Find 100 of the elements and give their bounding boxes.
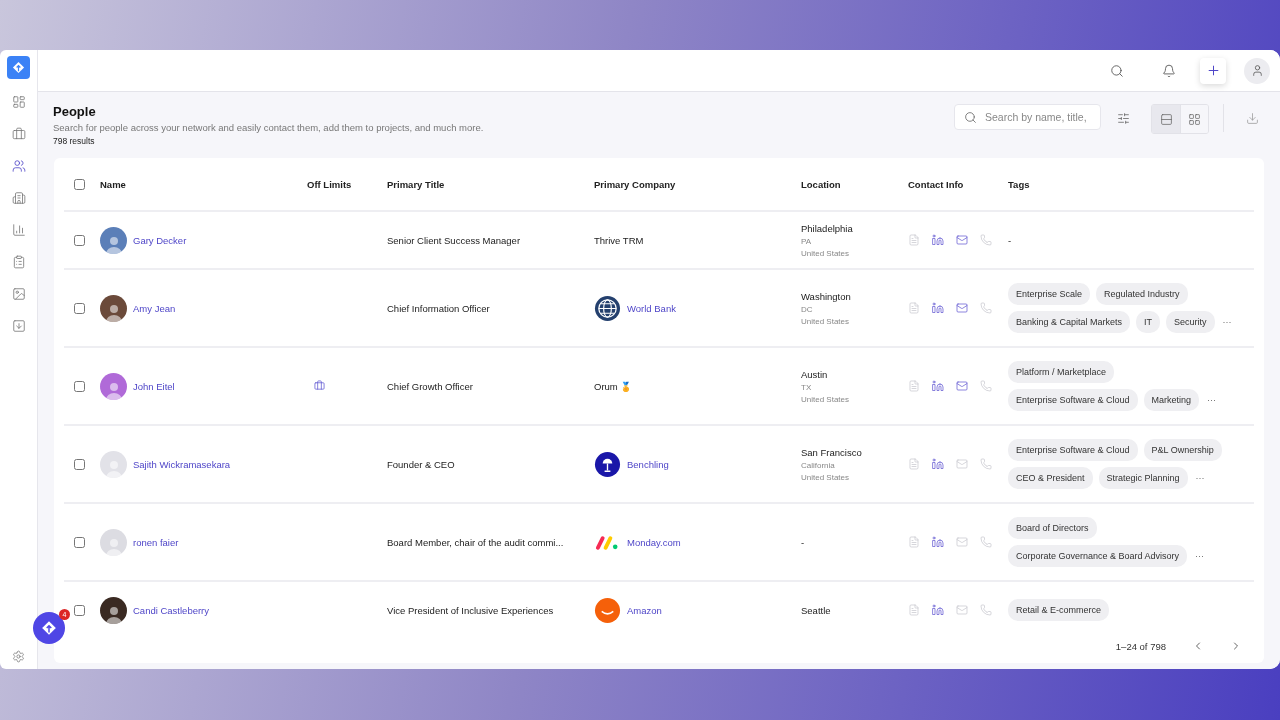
- row-checkbox[interactable]: [74, 536, 85, 548]
- user-icon: [1250, 64, 1264, 77]
- location-detail: United States: [801, 394, 851, 404]
- resume-icon[interactable]: [908, 458, 920, 470]
- mail-icon[interactable]: [956, 380, 968, 392]
- person-avatar: [100, 294, 127, 322]
- row-checkbox[interactable]: [74, 302, 85, 314]
- search-field[interactable]: Search by name, title,: [983, 110, 1093, 124]
- location-city: San Francisco: [801, 446, 863, 458]
- row-checkbox[interactable]: [74, 458, 85, 470]
- page-subtitle: Search for people across your network and easily contact them, add them to projects, and much more.: [53, 122, 484, 133]
- company-name[interactable]: Benchling: [627, 458, 669, 470]
- more-tags-button[interactable]: ···: [1205, 395, 1219, 405]
- column-header: Name: [100, 178, 127, 190]
- tag: Marketing: [1143, 389, 1200, 411]
- column-header: Contact Info: [908, 178, 965, 190]
- smile-logo-icon: [594, 596, 621, 624]
- tag: CEO & President: [1008, 467, 1093, 489]
- mail-icon[interactable]: [956, 302, 968, 314]
- results-count: 798 results: [53, 136, 96, 146]
- select-all-checkbox[interactable]: [74, 178, 85, 190]
- person-name-link[interactable]: John Eitel: [133, 380, 307, 392]
- phone-icon[interactable]: [980, 380, 992, 392]
- linkedin-icon[interactable]: [932, 380, 944, 392]
- column-header: Primary Title: [387, 178, 446, 190]
- person-name-link[interactable]: Gary Decker: [133, 234, 307, 246]
- tag: Enterprise Software & Cloud: [1008, 439, 1138, 461]
- globe-logo-icon: [594, 294, 621, 322]
- mail-icon[interactable]: [956, 234, 968, 246]
- more-tags-button[interactable]: ···: [1220, 317, 1234, 327]
- resume-icon[interactable]: [908, 536, 920, 548]
- person-name-link[interactable]: Amy Jean: [133, 302, 307, 314]
- settings-icon[interactable]: [12, 650, 25, 663]
- mail-icon[interactable]: [956, 458, 968, 470]
- person-name-link[interactable]: ronen faier: [133, 536, 307, 548]
- person-avatar: [100, 450, 127, 478]
- linkedin-icon[interactable]: [932, 536, 944, 548]
- person-avatar: [100, 596, 127, 624]
- tag: Corporate Governance & Board Advisory: [1008, 545, 1188, 567]
- grid-view-button[interactable]: [1180, 105, 1208, 133]
- row-checkbox[interactable]: [74, 234, 85, 246]
- job-title: Chief Growth Officer: [387, 380, 474, 392]
- tag: Security: [1166, 311, 1215, 333]
- phone-icon[interactable]: [980, 536, 992, 548]
- list-view-button[interactable]: [1152, 105, 1180, 133]
- resume-icon[interactable]: [908, 380, 920, 392]
- search-box[interactable]: Search by name, title,: [954, 104, 1101, 130]
- company-name[interactable]: Thrive TRM: [594, 234, 644, 246]
- person-name-link[interactable]: Sajith Wickramasekara: [133, 458, 307, 470]
- person-avatar: [100, 372, 127, 400]
- location-detail: TX: [801, 382, 813, 392]
- linkedin-icon[interactable]: [932, 458, 944, 470]
- upload-fab-button[interactable]: [33, 612, 65, 644]
- add-button[interactable]: [1200, 57, 1226, 84]
- row-checkbox[interactable]: [74, 604, 85, 616]
- resume-icon[interactable]: [908, 234, 920, 246]
- tag: Banking & Capital Markets: [1008, 311, 1131, 333]
- linkedin-icon[interactable]: [932, 302, 944, 314]
- job-title: Vice President of Inclusive Experiences: [387, 604, 555, 616]
- mail-icon[interactable]: [956, 536, 968, 548]
- column-header: Location: [801, 178, 842, 190]
- user-avatar-button[interactable]: [1244, 57, 1270, 84]
- location-city: -: [801, 536, 806, 548]
- company-name[interactable]: Monday.com: [627, 536, 681, 548]
- phone-icon[interactable]: [980, 604, 992, 616]
- empty-tags: -: [1008, 234, 1254, 246]
- location-detail: California: [801, 460, 836, 470]
- tag: Strategic Planning: [1098, 467, 1188, 489]
- plus-icon: [1205, 63, 1221, 78]
- phone-icon[interactable]: [980, 234, 992, 246]
- resume-icon[interactable]: [908, 604, 920, 616]
- column-header: Tags: [1008, 178, 1031, 190]
- upload-logo-icon: [41, 620, 57, 636]
- location-city: Seattle: [801, 604, 832, 616]
- tag: Platform / Marketplace: [1008, 361, 1115, 383]
- linkedin-icon[interactable]: [932, 234, 944, 246]
- more-tags-button[interactable]: ···: [1193, 473, 1207, 483]
- tag: Retail & E-commerce: [1008, 599, 1110, 621]
- row-checkbox[interactable]: [74, 380, 85, 392]
- job-title: Chief Information Officer: [387, 302, 491, 314]
- resume-icon[interactable]: [908, 302, 920, 314]
- location-city: Austin: [801, 368, 829, 380]
- linkedin-icon[interactable]: [932, 604, 944, 616]
- phone-icon[interactable]: [980, 302, 992, 314]
- more-tags-button[interactable]: ···: [1193, 551, 1207, 561]
- location-city: Philadelphia: [801, 222, 854, 234]
- phone-icon[interactable]: [980, 458, 992, 470]
- tag: Regulated Industry: [1096, 283, 1188, 305]
- tag: P&L Ownership: [1143, 439, 1222, 461]
- company-name[interactable]: Orum 🏅: [594, 380, 633, 392]
- company-name[interactable]: Amazon: [627, 604, 662, 616]
- job-title: Board Member, chair of the audit commi...: [387, 536, 565, 548]
- mail-icon[interactable]: [956, 604, 968, 616]
- tag: Enterprise Software & Cloud: [1008, 389, 1138, 411]
- company-name[interactable]: World Bank: [627, 302, 676, 314]
- person-name-link[interactable]: Candi Castleberry: [133, 604, 307, 616]
- grid-icon: [1188, 112, 1201, 126]
- location-detail: DC: [801, 304, 814, 314]
- app-logo-icon[interactable]: [7, 56, 30, 79]
- location-detail: PA: [801, 236, 813, 246]
